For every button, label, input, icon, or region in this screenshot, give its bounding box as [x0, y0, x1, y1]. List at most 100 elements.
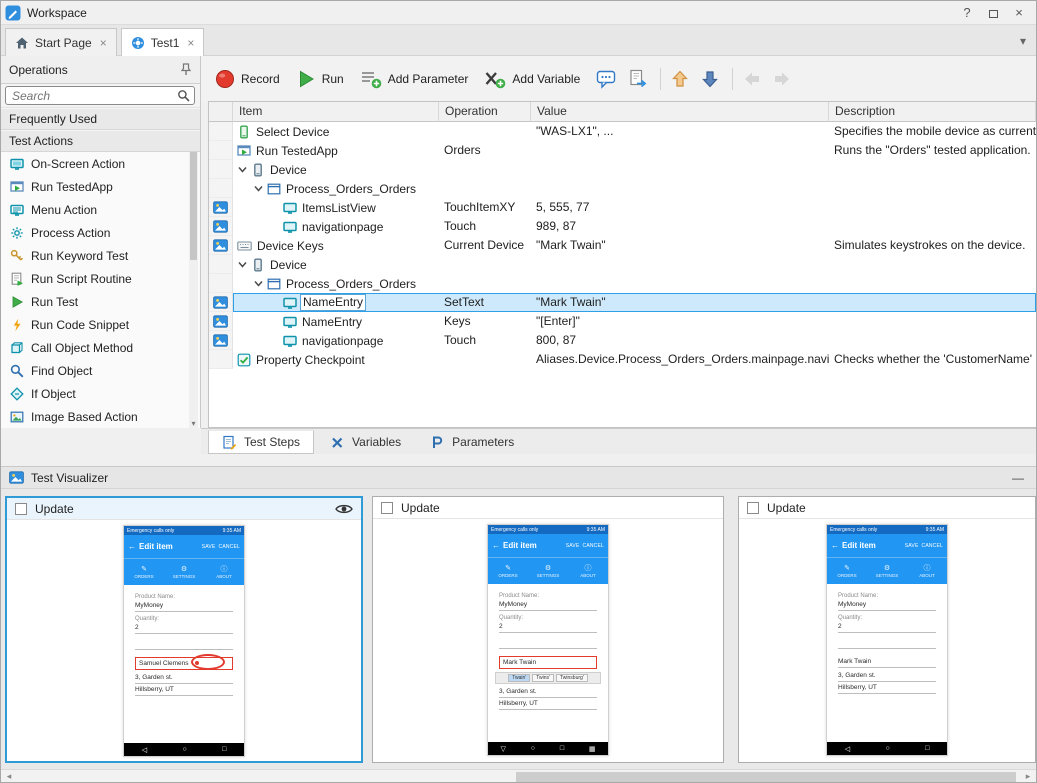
panel-tab-parameters[interactable]: Parameters [417, 430, 527, 454]
scroll-left-icon[interactable]: ◂ [1, 770, 17, 783]
phone-tab-settings[interactable]: ⚙SETTINGS [164, 559, 204, 585]
nav-button[interactable]: ○ [531, 745, 535, 752]
variables-icon [330, 435, 345, 450]
nav-button[interactable]: ◁ [845, 745, 850, 753]
search-input[interactable] [5, 86, 195, 105]
run-button[interactable]: Run [296, 69, 344, 89]
visualizer-frame[interactable]: UpdateEmergency calls only9:35 AM←Edit i… [738, 496, 1036, 763]
phone-tab-orders[interactable]: ✎ORDERS [827, 558, 867, 584]
nav-button[interactable]: ▽ [500, 745, 505, 753]
sidebar-item-run-test[interactable]: Run Test [1, 290, 200, 313]
phone-tab-orders[interactable]: ✎ORDERS [488, 558, 528, 584]
suggestion-chip[interactable]: Twain' [508, 674, 530, 682]
phone-tab-settings[interactable]: ⚙SETTINGS [867, 558, 907, 584]
tab-overflow-chevron-icon[interactable]: ▾ [1020, 34, 1026, 48]
visualizer-frame[interactable]: UpdateEmergency calls only9:35 AM←Edit i… [372, 496, 724, 763]
grid-header-description[interactable]: Description [829, 102, 1036, 122]
sidebar-item-find-object[interactable]: Find Object [1, 359, 200, 382]
tab-test1[interactable]: Test1× [121, 28, 205, 56]
test-step-row[interactable]: Property CheckpointAliases.Device.Proces… [209, 350, 1036, 369]
outdent-button[interactable] [742, 69, 762, 89]
group-frequently-used[interactable]: Frequently Used [1, 108, 200, 130]
grid-header-item[interactable]: Item [233, 102, 439, 122]
suggestion-chip[interactable]: Twinsburg' [556, 674, 588, 682]
visualizer-minimize-button[interactable]: — [1008, 471, 1028, 485]
help-button[interactable]: ? [954, 5, 980, 20]
scroll-thumb[interactable] [516, 772, 1016, 782]
update-checkbox[interactable] [747, 502, 759, 514]
tab-start-page[interactable]: Start Page× [5, 28, 117, 56]
grid-header-operation[interactable]: Operation [439, 102, 531, 122]
move-up-button[interactable] [670, 69, 690, 89]
horizontal-scrollbar[interactable]: ◂ ▸ [1, 769, 1036, 783]
move-down-button[interactable] [700, 69, 720, 89]
test-step-row[interactable]: NameEntryKeys"[Enter]" [209, 312, 1036, 331]
sidebar-item-run-testedapp[interactable]: Run TestedApp [1, 175, 200, 198]
group-test-actions[interactable]: Test Actions [1, 130, 200, 152]
nav-button[interactable]: □ [222, 746, 226, 753]
phone-screen-title: Edit item [503, 541, 563, 550]
visualizer-frame[interactable]: UpdateEmergency calls only9:35 AM←Edit i… [5, 496, 363, 763]
sidebar-scroll-thumb[interactable] [190, 152, 197, 260]
about-icon: ⓘ [924, 565, 931, 572]
nav-button[interactable]: ○ [182, 746, 186, 753]
maximize-button[interactable] [980, 5, 1006, 20]
sidebar-item-menu-action[interactable]: Menu Action [1, 198, 200, 221]
test-step-row[interactable]: Process_Orders_Orders [209, 179, 1036, 198]
tab-close-icon[interactable]: × [187, 36, 194, 50]
panel-tab-test-steps[interactable]: Test Steps [208, 430, 314, 454]
test-step-row[interactable]: Device [209, 160, 1036, 179]
status-time-text: 9:35 AM [223, 528, 241, 534]
toggle-description-button[interactable] [596, 69, 618, 89]
phone-tab-about[interactable]: ⓘABOUT [568, 558, 608, 584]
suggestion-chip[interactable]: Twins' [532, 674, 554, 682]
sidebar-scrollbar[interactable]: ▾ [189, 152, 198, 428]
panel-tab-label: Parameters [452, 435, 514, 449]
test-step-row[interactable]: navigationpageTouch989, 87 [209, 217, 1036, 236]
nav-button[interactable]: ▦ [589, 745, 596, 753]
sidebar-item-run-keyword-test[interactable]: Run Keyword Test [1, 244, 200, 267]
phone-tab-settings[interactable]: ⚙SETTINGS [528, 558, 568, 584]
nav-button[interactable]: □ [560, 745, 564, 752]
test-step-row[interactable]: Device KeysCurrent Device"Mark Twain"Sim… [209, 236, 1036, 255]
control-icon [283, 201, 297, 215]
update-checkbox[interactable] [381, 502, 393, 514]
eye-icon[interactable] [335, 503, 353, 515]
sidebar-item-on-screen-action[interactable]: On-Screen Action [1, 152, 200, 175]
test-step-row[interactable]: navigationpageTouch800, 87 [209, 331, 1036, 350]
sidebar-item-if-object[interactable]: If Object [1, 382, 200, 405]
add-variable-button[interactable]: Add Variable [484, 69, 580, 89]
grid-header-value[interactable]: Value [531, 102, 829, 122]
panel-tab-variables[interactable]: Variables [317, 430, 414, 454]
test-step-row[interactable]: Run TestedAppOrdersRuns the "Orders" tes… [209, 141, 1036, 160]
export-step-button[interactable] [628, 69, 648, 89]
sidebar-item-call-object-method[interactable]: Call Object Method [1, 336, 200, 359]
phone-tab-about[interactable]: ⓘABOUT [204, 559, 244, 585]
pin-icon[interactable] [180, 63, 192, 77]
sidebar-item-run-code-snippet[interactable]: Run Code Snippet [1, 313, 200, 336]
sidebar-item-image-based-action[interactable]: Image Based Action [1, 405, 200, 428]
nav-button[interactable]: ○ [885, 745, 889, 752]
test-step-row[interactable]: Select Device"WAS-LX1", ...Specifies the… [209, 122, 1036, 141]
search-icon[interactable] [177, 89, 190, 102]
tab-close-icon[interactable]: × [100, 36, 107, 50]
test-step-row[interactable]: Device [209, 255, 1036, 274]
phone-tab-about[interactable]: ⓘABOUT [907, 558, 947, 584]
nav-button[interactable]: ◁ [142, 746, 147, 754]
sidebar-item-process-action[interactable]: Process Action [1, 221, 200, 244]
scroll-right-icon[interactable]: ▸ [1020, 770, 1036, 783]
close-button[interactable]: × [1006, 5, 1032, 20]
test-step-row[interactable]: NameEntrySetText"Mark Twain" [209, 293, 1036, 312]
indent-button[interactable] [772, 69, 792, 89]
record-button[interactable]: Record [215, 69, 280, 89]
add-parameter-button[interactable]: Add Parameter [360, 69, 469, 89]
test-step-row[interactable]: Process_Orders_Orders [209, 274, 1036, 293]
update-checkbox[interactable] [15, 503, 27, 515]
sidebar-scroll-down-icon[interactable]: ▾ [189, 419, 198, 428]
phone-tab-orders[interactable]: ✎ORDERS [124, 559, 164, 585]
sidebar-item-run-script-routine[interactable]: Run Script Routine [1, 267, 200, 290]
test-step-row[interactable]: ItemsListViewTouchItemXY5, 555, 77 [209, 198, 1036, 217]
photo-icon [213, 201, 228, 214]
step-operation: Touch [439, 331, 531, 350]
nav-button[interactable]: □ [925, 745, 929, 752]
